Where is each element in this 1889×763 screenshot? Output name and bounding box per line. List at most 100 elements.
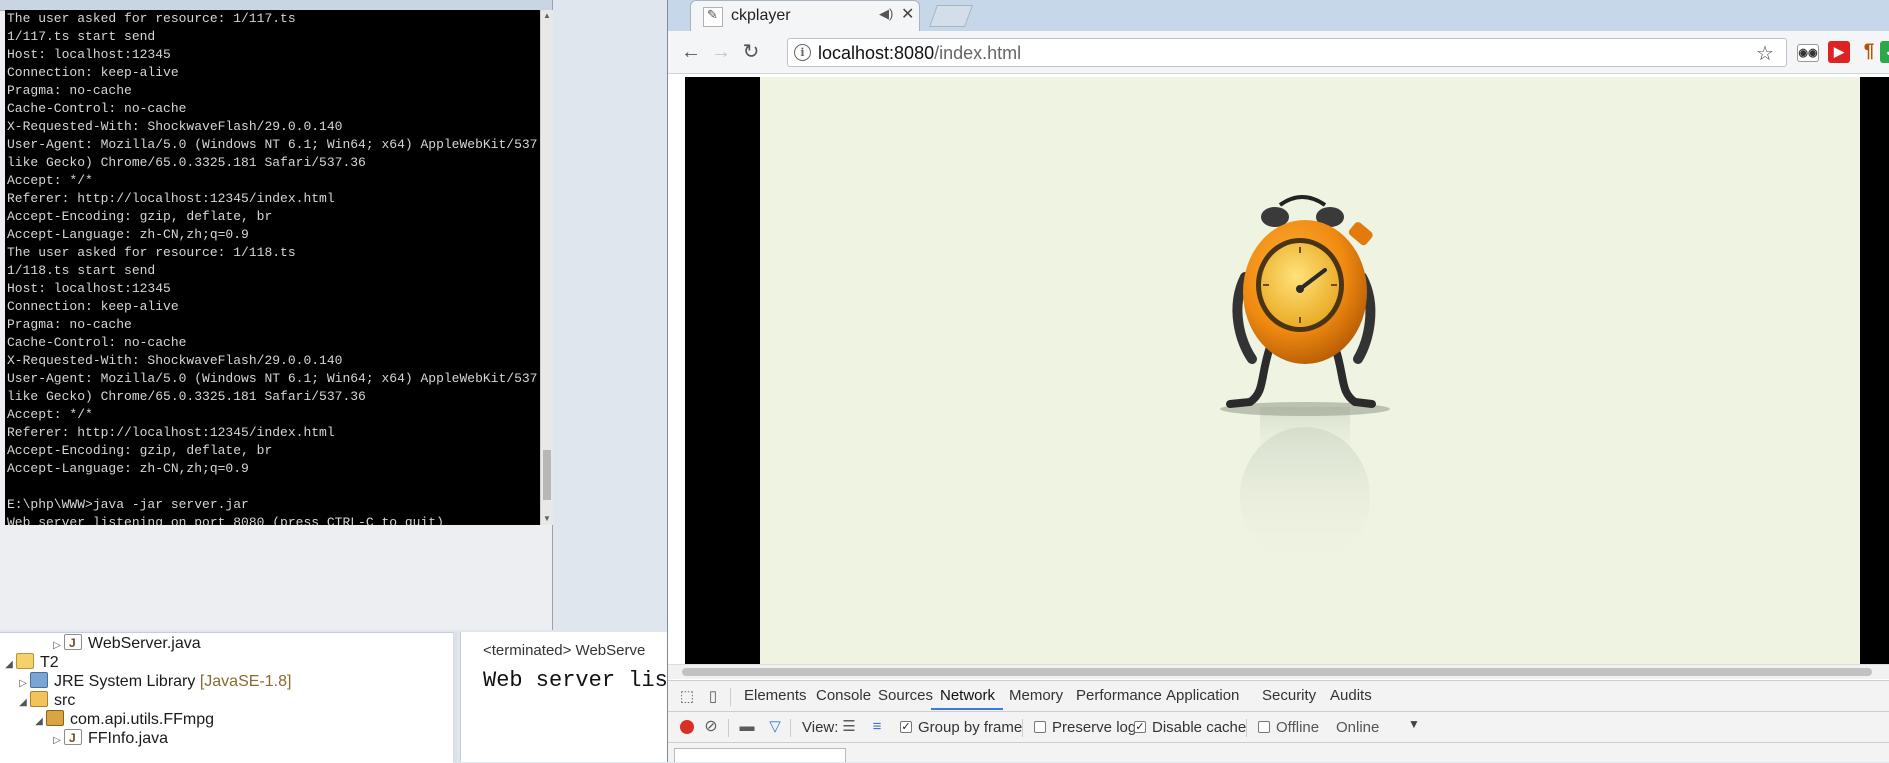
library-icon	[30, 672, 48, 688]
tree-item-label: com.api.utils.FFmpg	[70, 711, 215, 728]
console-line: Host: localhost:12345	[7, 47, 171, 62]
tree-item-label: FFInfo.java	[88, 730, 169, 747]
tab-security[interactable]: Security	[1262, 687, 1316, 704]
inspect-element-icon[interactable]: ⬚	[678, 688, 696, 706]
console-line: X-Requested-With: ShockwaveFlash/29.0.0.…	[7, 353, 343, 368]
reload-icon[interactable]: ↻	[738, 39, 764, 65]
console-line: Accept-Encoding: gzip, deflate, br	[7, 209, 273, 224]
tab-sources[interactable]: Sources	[878, 687, 933, 704]
paragraph-extension-icon[interactable]: ¶	[1858, 41, 1880, 63]
filter-input[interactable]	[674, 748, 846, 762]
clear-icon[interactable]: ⊘	[702, 718, 720, 736]
star-icon[interactable]: ☆	[1756, 41, 1774, 66]
tab-strip: ckplayer ◀) ✕	[668, 0, 1889, 31]
console-line: Host: localhost:12345	[7, 281, 171, 296]
tree-item-webserver[interactable]: ▷WebServer.java	[50, 632, 201, 655]
tab-console[interactable]: Console	[816, 687, 871, 704]
tab-elements[interactable]: Elements	[744, 687, 807, 704]
group-by-frame-checkbox[interactable]: ✓	[900, 721, 912, 733]
separator	[1246, 719, 1247, 737]
shield-extension-icon[interactable]: ✓	[1880, 41, 1889, 63]
console-line: Accept: */*	[7, 173, 93, 188]
disable-cache-checkbox[interactable]: ✓	[1134, 721, 1146, 733]
console-line: Pragma: no-cache	[7, 317, 132, 332]
video-player[interactable]	[760, 77, 1860, 665]
collapse-icon[interactable]: ◢	[16, 692, 30, 714]
devtools-panel: ⬚ ▯ Elements Console Sources Network Mem…	[668, 680, 1889, 762]
tree-item-ffinfo[interactable]: ▷ FFInfo.java	[50, 727, 169, 752]
record-icon[interactable]	[680, 720, 694, 734]
console-line: The user asked for resource: 1/118.ts	[7, 245, 296, 260]
tab-audits[interactable]: Audits	[1330, 687, 1372, 704]
offline-label: Offline	[1276, 719, 1320, 736]
tree-item-label: T2	[40, 654, 59, 671]
console-line: 1/118.ts start send	[7, 263, 156, 278]
scroll-down-icon[interactable]: ▼	[541, 513, 553, 525]
favicon-icon	[703, 7, 723, 27]
package-icon	[46, 710, 64, 726]
active-tab-indicator	[931, 708, 1003, 710]
chevron-down-icon[interactable]: ▼	[1408, 717, 1420, 731]
address-bar[interactable]: i localhost:8080/index.html ☆	[787, 38, 1787, 67]
console-scrollbar[interactable]: ▲ ▼	[540, 10, 553, 525]
url-host: localhost:8080	[818, 43, 935, 63]
java-file-icon	[64, 727, 82, 749]
preserve-log-checkbox[interactable]	[1034, 721, 1046, 733]
eclipse-console-view: <terminated> WebServe Web server lis	[460, 632, 671, 762]
scrollbar-thumb[interactable]	[543, 450, 551, 500]
player-letterbox-right	[1860, 77, 1889, 665]
url-text[interactable]: localhost:8080/index.html	[818, 43, 1021, 64]
tab-network[interactable]: Network	[940, 687, 995, 704]
console-line: Connection: keep-alive	[7, 299, 179, 314]
throttle-select[interactable]: Online	[1336, 719, 1379, 736]
page-horizontal-scrollbar[interactable]	[668, 664, 1889, 679]
tab-performance[interactable]: Performance	[1076, 687, 1162, 704]
device-toolbar-icon[interactable]: ▯	[704, 688, 722, 706]
console-line: Pragma: no-cache	[7, 83, 132, 98]
console-line: E:\php\WWW>java -jar server.jar	[7, 497, 249, 512]
source-folder-icon	[30, 691, 48, 707]
console-line: Cache-Control: no-cache	[7, 101, 187, 116]
expand-icon[interactable]: ▷	[50, 730, 64, 752]
waterfall-icon[interactable]: ≡	[868, 718, 886, 736]
collapse-icon[interactable]: ◢	[2, 654, 16, 676]
separator	[728, 719, 729, 737]
alarm-clock-character	[1220, 195, 1390, 567]
separator	[1022, 719, 1023, 737]
console-line: User-Agent: Mozilla/5.0 (Windows NT 6.1;…	[7, 371, 540, 386]
filter-icon[interactable]: ▽	[766, 718, 784, 736]
panel-divider[interactable]	[453, 632, 457, 762]
group-by-frame-label: Group by frame	[918, 719, 1023, 736]
close-icon[interactable]: ✕	[901, 4, 914, 24]
console-output[interactable]: The user asked for resource: 1/117.ts 1/1…	[5, 10, 540, 525]
scroll-up-icon[interactable]: ▲	[541, 10, 553, 22]
console-line: Connection: keep-alive	[7, 65, 179, 80]
collapse-icon[interactable]: ◢	[32, 711, 46, 733]
incognito-extension-icon[interactable]: ◉◉	[1797, 44, 1819, 62]
forward-icon[interactable]: →	[708, 39, 734, 65]
new-tab-button[interactable]	[928, 5, 974, 27]
tab-title: ckplayer	[731, 7, 791, 24]
info-icon[interactable]: i	[794, 44, 811, 61]
preserve-log-label: Preserve log	[1052, 719, 1137, 736]
console-line: Web server listening on port 8080 (press…	[7, 515, 444, 525]
large-rows-icon[interactable]: ☰	[840, 718, 858, 736]
tab-application[interactable]: Application	[1166, 687, 1239, 704]
scrollbar-thumb[interactable]	[682, 668, 1872, 676]
devtools-tabbar: ⬚ ▯ Elements Console Sources Network Mem…	[668, 681, 1889, 712]
back-icon[interactable]: ←	[678, 39, 704, 65]
package-explorer: ▷WebServer.java ◢T2 ▷JRE System Library …	[0, 632, 453, 763]
video-extension-icon[interactable]: ▶	[1828, 41, 1850, 63]
separator	[730, 688, 731, 706]
offline-checkbox[interactable]	[1258, 721, 1270, 733]
camera-icon[interactable]: ▬	[738, 718, 756, 736]
console-window: The user asked for resource: 1/117.ts 1/1…	[0, 0, 553, 630]
tab-ckplayer[interactable]: ckplayer ◀) ✕	[690, 0, 920, 31]
speaker-icon[interactable]: ◀)	[879, 6, 893, 22]
console-line: User-Agent: Mozilla/5.0 (Windows NT 6.1;…	[7, 137, 540, 152]
tab-memory[interactable]: Memory	[1009, 687, 1063, 704]
console-line: Referer: http://localhost:12345/index.ht…	[7, 425, 335, 440]
console-line: 1/117.ts start send	[7, 29, 156, 44]
console-line: Accept: */*	[7, 407, 93, 422]
